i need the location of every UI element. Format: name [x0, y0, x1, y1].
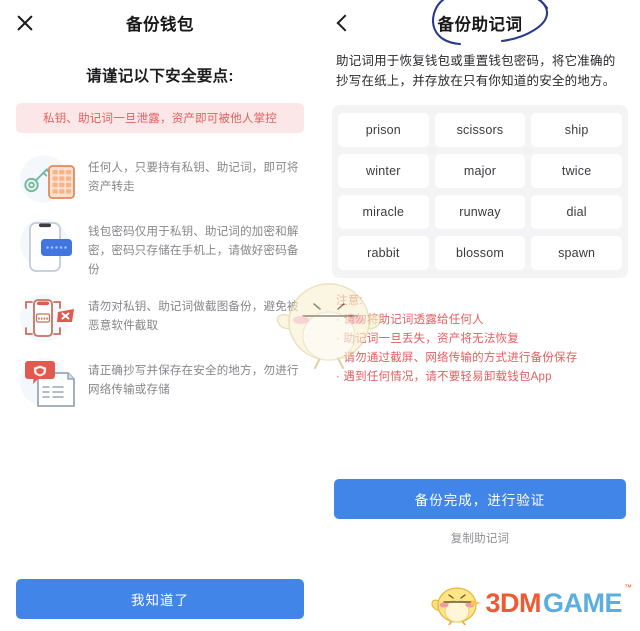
- left-panel-backup-wallet: 备份钱包 请谨记以下安全要点: 私钥、助记词一旦泄露，资产即可被他人掌控 任何人…: [0, 0, 320, 631]
- mnemonic-word[interactable]: twice: [531, 154, 622, 188]
- left-page-title: 备份钱包: [126, 16, 194, 34]
- list-item: 钱包密码仅用于私钥、助记词的加密和解密，密码只存储在手机上，请做好密码备份: [16, 211, 304, 286]
- note-item: 请勿通过截屏、网络传输的方式进行备份保存: [336, 349, 624, 368]
- mnemonic-word[interactable]: ship: [531, 113, 622, 147]
- mnemonic-word[interactable]: dial: [531, 195, 622, 229]
- note-item: 请勿将助记词透露给任何人: [336, 311, 624, 330]
- mnemonic-word[interactable]: runway: [434, 195, 526, 229]
- mnemonic-word-grid: prison scissors ship winter major twice …: [338, 113, 622, 270]
- mnemonic-word[interactable]: winter: [338, 154, 429, 188]
- list-item: 任何人，只要持有私钥、助记词，即可将资产转走: [16, 147, 304, 211]
- mnemonic-word[interactable]: major: [434, 154, 526, 188]
- phone-password-icon: [16, 217, 82, 272]
- secure-document-icon: [16, 356, 82, 408]
- verify-backup-button[interactable]: 备份完成，进行验证: [334, 479, 626, 519]
- right-topbar: 备份助记词: [320, 0, 640, 46]
- mnemonic-word[interactable]: scissors: [434, 113, 526, 147]
- mnemonic-word[interactable]: blossom: [434, 236, 526, 270]
- left-footer: 我知道了: [0, 579, 320, 619]
- security-points-list: 任何人，只要持有私钥、助记词，即可将资产转走 钱包密码仅用于私钥、助记词的加密和…: [0, 147, 320, 414]
- list-item-text: 钱包密码仅用于私钥、助记词的加密和解密，密码只存储在手机上，请做好密码备份: [88, 226, 299, 276]
- note-item: 助记词一旦丢失，资产将无法恢复: [336, 330, 624, 349]
- mnemonic-word[interactable]: prison: [338, 113, 429, 147]
- mnemonic-word[interactable]: rabbit: [338, 236, 429, 270]
- right-panel-backup-mnemonic: 备份助记词 助记词用于恢复钱包或重置钱包密码，将它准确的抄写在纸上，并存放在只有…: [320, 0, 640, 631]
- i-know-button[interactable]: 我知道了: [16, 579, 304, 619]
- list-item: 请正确抄写并保存在安全的地方，勿进行网络传输或存储: [16, 350, 304, 414]
- left-topbar: 备份钱包: [0, 0, 320, 46]
- mnemonic-word[interactable]: miracle: [338, 195, 429, 229]
- key-and-card-icon: [16, 153, 82, 205]
- no-screenshot-icon: [16, 292, 82, 344]
- security-points-heading: 请谨记以下安全要点:: [86, 68, 234, 85]
- notes-section: 注意: 请勿将助记词透露给任何人 助记词一旦丢失，资产将无法恢复 请勿通过截屏、…: [336, 292, 624, 387]
- list-item-text: 请正确抄写并保存在安全的地方，勿进行网络传输或存储: [88, 365, 299, 396]
- note-item: 遇到任何情况，请不要轻易卸载钱包App: [336, 368, 624, 387]
- right-page-title: 备份助记词: [437, 16, 523, 34]
- list-item-text: 请勿对私钥、助记词做截图备份，避免被恶意软件截取: [88, 301, 299, 332]
- mnemonic-word[interactable]: spawn: [531, 236, 622, 270]
- back-arrow-icon[interactable]: [334, 14, 352, 32]
- copy-mnemonic-link[interactable]: 复制助记词: [451, 530, 510, 546]
- mnemonic-description: 助记词用于恢复钱包或重置钱包密码，将它准确的抄写在纸上，并存放在只有你知道的安全…: [336, 54, 616, 88]
- dual-screen-container: 备份钱包 请谨记以下安全要点: 私钥、助记词一旦泄露，资产即可被他人掌控 任何人…: [0, 0, 640, 631]
- notes-title: 注意:: [336, 295, 363, 307]
- list-item: 请勿对私钥、助记词做截图备份，避免被恶意软件截取: [16, 286, 304, 350]
- mnemonic-grid-container: prison scissors ship winter major twice …: [332, 105, 628, 278]
- list-item-text: 任何人，只要持有私钥、助记词，即可将资产转走: [88, 162, 299, 193]
- right-actions: 备份完成，进行验证 复制助记词: [320, 479, 640, 547]
- close-icon[interactable]: [14, 12, 36, 34]
- leak-warning-banner: 私钥、助记词一旦泄露，资产即可被他人掌控: [16, 103, 304, 133]
